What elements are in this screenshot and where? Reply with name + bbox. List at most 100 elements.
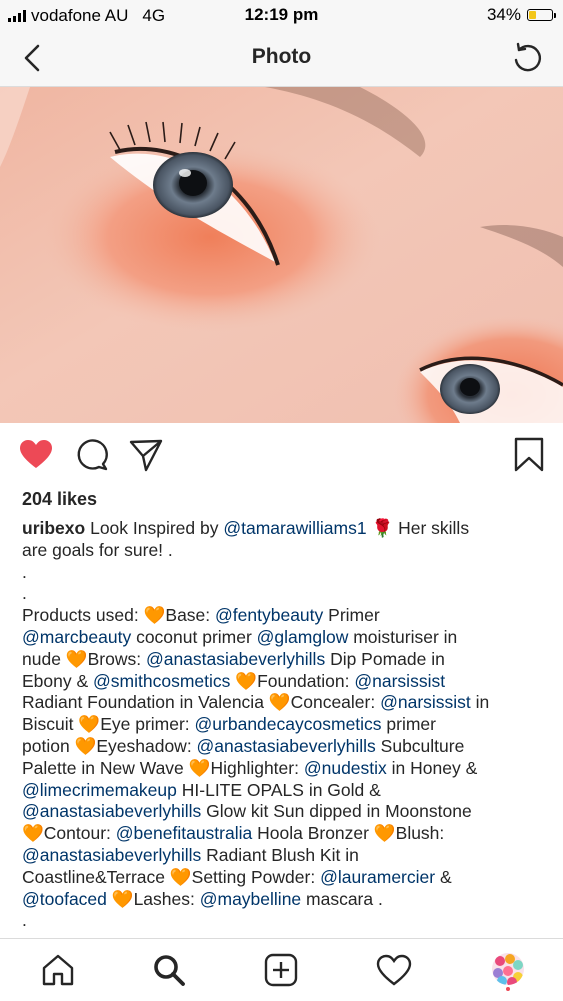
orange-heart-emoji: 🧡 [65,648,88,669]
refresh-icon[interactable] [509,40,545,76]
caption-line: Ebony & @smithcosmetics 🧡Foundation: @na… [22,671,547,693]
clock: 12:19 pm [244,5,319,24]
caption-text: Radiant Foundation in Valencia [22,692,269,713]
mention-link[interactable]: @narsissist [354,671,445,691]
orange-heart-emoji: 🧡 [373,823,396,844]
share-icon[interactable] [128,437,164,473]
caption-text: Ebony & [22,670,94,691]
caption-line: Palette in New Wave 🧡Highlighter: @nudes… [22,758,547,780]
battery-percent: 34% [486,5,521,24]
page-title: Photo [251,45,312,68]
caption-line: . [22,583,547,605]
username-link[interactable]: uribexo [22,518,85,538]
mention-link[interactable]: @narsissist [380,692,471,712]
caption-line: Products used: 🧡Base: @fentybeauty Prime… [22,605,547,627]
caption-text: Dip Pomade in [325,648,445,669]
home-icon[interactable] [40,953,76,987]
caption-text: primer [381,714,436,735]
mention-link[interactable]: @anastasiabeverlyhills [146,649,325,669]
like-heart-icon[interactable] [18,437,54,473]
caption-text: Coastline&Terrace [22,866,170,887]
caption-text: moisturiser in [348,626,458,647]
mention-link[interactable]: @maybelline [200,889,301,909]
orange-heart-emoji: 🧡 [235,670,258,691]
caption-text: nude [22,648,66,669]
caption-line: potion 🧡Eyeshadow: @anastasiabeverlyhill… [22,736,547,758]
caption-text: Eye primer: [100,714,195,735]
mention-link[interactable]: @nudestix [304,758,387,778]
caption-text: Biscuit [22,714,79,735]
mention-link[interactable]: @anastasiabeverlyhills [22,801,201,821]
caption-line: are goals for sure! . [22,540,547,562]
caption-line: Biscuit 🧡Eye primer: @urbandecaycosmetic… [22,714,547,736]
caption-line: . [22,562,547,584]
mention-link[interactable]: @lauramercier [320,867,435,887]
navigation-bar: Photo [0,30,563,87]
search-icon[interactable] [151,953,187,987]
caption-text: Foundation: [257,670,355,691]
caption-line: @anastasiabeverlyhills Radiant Blush Kit… [22,845,547,867]
caption-text: Subculture [375,735,465,756]
orange-heart-emoji: 🧡 [111,888,134,909]
caption-text: 🌹 Her skills [366,518,470,538]
orange-heart-emoji: 🧡 [143,605,166,626]
post-photo[interactable] [0,87,563,423]
caption-text: are goals for sure! . [22,539,173,560]
bookmark-icon[interactable] [511,437,547,473]
caption-text: & [435,866,452,887]
mention-link[interactable]: @tamarawilliams1 [223,518,366,538]
mention-link[interactable]: @fentybeauty [215,605,323,625]
battery-status: 34% [486,5,556,25]
caption-text: Look Inspired by [85,518,224,538]
orange-heart-emoji: 🧡 [169,866,192,887]
mention-link[interactable]: @toofaced [22,889,107,909]
mention-link[interactable]: @marcbeauty [22,627,131,647]
mention-link[interactable]: @limecrimemakeup [22,780,177,800]
mention-link[interactable]: @anastasiabeverlyhills [22,845,201,865]
orange-heart-emoji: 🧡 [188,757,211,778]
mention-link[interactable]: @smithcosmetics [93,671,230,691]
caption-text: HI-LITE OPALS in Gold & [176,779,381,800]
caption-line: @anastasiabeverlyhills Glow kit Sun dipp… [22,801,547,823]
comment-icon[interactable] [73,437,109,473]
caption-line: 🧡Contour: @benefitaustralia Hoola Bronze… [22,823,547,845]
caption-text: Radiant Blush Kit in [201,844,359,865]
caption-text: Products used: [22,605,144,626]
mention-link[interactable]: @benefitaustralia [116,823,252,843]
caption-text: Base: [165,605,216,626]
caption-line: Coastline&Terrace 🧡Setting Powder: @laur… [22,867,547,889]
caption-line: @marcbeauty coconut primer @glamglow moi… [22,627,547,649]
caption-text: Eyeshadow: [96,735,197,756]
caption-line: Radiant Foundation in Valencia 🧡Conceale… [22,692,547,714]
battery-fill [529,11,537,19]
caption-text: Highlighter: [210,757,304,778]
orange-heart-emoji: 🧡 [74,735,97,756]
post-caption: uribexo Look Inspired by @tamarawilliams… [22,518,547,932]
caption-text: Palette in New Wave [22,757,189,778]
orange-heart-emoji: 🧡 [268,692,291,713]
orange-heart-emoji: 🧡 [78,714,101,735]
likes-count[interactable]: 204 likes [22,489,97,510]
new-post-icon[interactable] [263,953,299,987]
caption-text: Hoola Bronzer [252,823,374,844]
caption-line: uribexo Look Inspired by @tamarawilliams… [22,518,547,540]
mention-link[interactable]: @glamglow [257,627,349,647]
post-actions [0,437,563,477]
caption-text: in Honey & [386,757,478,778]
profile-avatar[interactable] [488,951,528,991]
mention-link[interactable]: @anastasiabeverlyhills [197,736,376,756]
activity-heart-icon[interactable] [376,953,412,987]
tab-bar [0,938,563,1001]
caption-text: Contour: [43,823,116,844]
caption-line: . [22,910,547,932]
caption-text: Blush: [395,823,445,844]
eye-makeup-photo [0,87,563,423]
mention-link[interactable]: @urbandecaycosmetics [195,714,382,734]
status-bar: vodafone AU 4G 12:19 pm 34% [0,0,563,30]
orange-heart-emoji: 🧡 [22,823,44,844]
caption-text: in [470,692,490,713]
caption-text: Lashes: [133,888,200,909]
caption-line: @toofaced 🧡Lashes: @maybelline mascara . [22,889,547,911]
caption-text: Brows: [87,648,146,669]
caption-text: Primer [323,605,380,626]
